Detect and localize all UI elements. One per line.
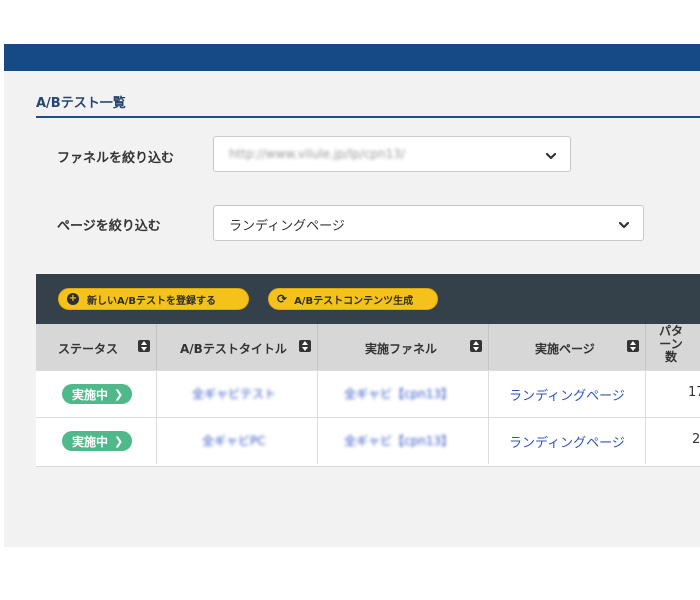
sort-icon[interactable] bbox=[627, 340, 639, 352]
page-filter-value: ランディングページ bbox=[229, 219, 345, 234]
table-row[interactable]: 実施中 ❯ 全ギャビテスト 全ギャビ【cpn13】 ランディングページ 17 bbox=[36, 370, 700, 417]
page-filter-select[interactable]: ランディングページ bbox=[213, 205, 644, 241]
app-window: A/Bテスト一覧 ファネルを絞り込む http://www.vilule.jp/… bbox=[4, 44, 700, 547]
status-badge[interactable]: 実施中 ❯ bbox=[62, 384, 133, 404]
page-title: A/Bテスト一覧 bbox=[36, 96, 126, 111]
new-ab-test-label: 新しいA/Bテストを登録する bbox=[87, 295, 217, 307]
sort-icon[interactable] bbox=[299, 340, 311, 352]
status-badge[interactable]: 実施中 ❯ bbox=[62, 431, 133, 451]
sort-icon[interactable] bbox=[470, 340, 482, 352]
test-title-link[interactable]: 全ギャビテスト bbox=[192, 385, 276, 402]
generate-content-button[interactable]: ⟳ A/Bテストコンテンツ生成 bbox=[268, 288, 438, 310]
page-link[interactable]: ランディングページ bbox=[509, 385, 625, 404]
funnel-filter-value: http://www.vilule.jp/lp/cpn13/ bbox=[229, 147, 405, 161]
column-header-page[interactable]: 実施ページ bbox=[489, 324, 646, 370]
top-header-bar bbox=[4, 44, 700, 71]
test-title-link[interactable]: 全ギャビPC bbox=[202, 432, 266, 449]
funnel-filter-label: ファネルを絞り込む bbox=[57, 151, 175, 166]
chevron-right-icon: ❯ bbox=[114, 434, 124, 448]
chevron-down-icon bbox=[545, 147, 557, 166]
funnel-filter-select[interactable]: http://www.vilule.jp/lp/cpn13/ bbox=[213, 136, 571, 172]
table-row[interactable]: 実施中 ❯ 全ギャビPC 全ギャビ【cpn13】 ランディングページ 2 bbox=[36, 417, 700, 464]
column-header-patterns[interactable]: パターン数 bbox=[646, 324, 700, 370]
chevron-right-icon: ❯ bbox=[114, 387, 124, 401]
generate-content-label: A/Bテストコンテンツ生成 bbox=[294, 295, 414, 307]
table-toolbar: + 新しいA/Bテストを登録する ⟳ A/Bテストコンテンツ生成 bbox=[36, 274, 700, 324]
ab-test-table: ステータス A/Bテストタイトル 実施ファネル 実施ページ パターン数 実施中 … bbox=[36, 324, 700, 467]
title-divider bbox=[36, 116, 700, 118]
new-ab-test-button[interactable]: + 新しいA/Bテストを登録する bbox=[58, 288, 249, 310]
pattern-count: 17 bbox=[688, 385, 700, 400]
pattern-count: 2 bbox=[692, 432, 700, 447]
refresh-icon: ⟳ bbox=[277, 292, 288, 306]
funnel-link[interactable]: 全ギャビ【cpn13】 bbox=[344, 432, 453, 449]
page-filter-label: ページを絞り込む bbox=[57, 219, 161, 234]
column-header-funnel[interactable]: 実施ファネル bbox=[318, 324, 489, 370]
chevron-down-icon bbox=[618, 216, 630, 235]
sort-icon[interactable] bbox=[138, 340, 150, 352]
funnel-link[interactable]: 全ギャビ【cpn13】 bbox=[344, 385, 453, 402]
column-header-title[interactable]: A/Bテストタイトル bbox=[157, 324, 318, 370]
column-header-status[interactable]: ステータス bbox=[36, 324, 157, 370]
patterns-header-label: パターン数 bbox=[658, 324, 683, 364]
plus-circle-icon: + bbox=[67, 293, 79, 305]
page-link[interactable]: ランディングページ bbox=[509, 432, 625, 451]
